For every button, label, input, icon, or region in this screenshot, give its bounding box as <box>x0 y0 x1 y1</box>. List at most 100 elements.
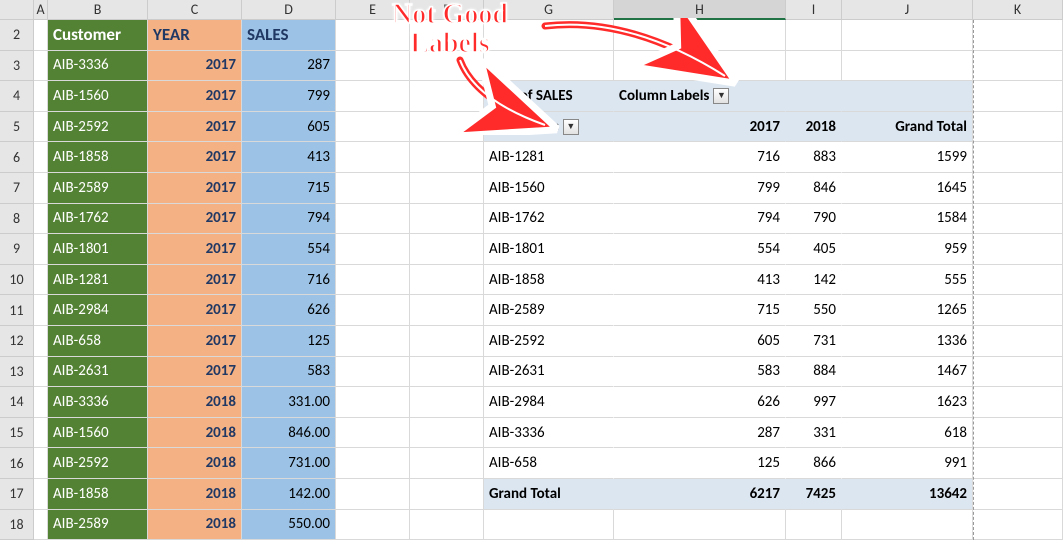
cell[interactable]: 731.00 <box>242 448 336 479</box>
cell[interactable] <box>410 418 484 449</box>
cell[interactable]: YEAR <box>148 20 242 51</box>
cell[interactable]: AIB-2631 <box>48 357 148 388</box>
row-header-15[interactable]: 15 <box>0 418 34 449</box>
cell[interactable]: 2018 <box>786 112 842 143</box>
column-header-F[interactable]: F <box>410 0 484 20</box>
cell[interactable]: 605 <box>614 326 786 357</box>
cell[interactable]: 884 <box>786 357 842 388</box>
row-header-9[interactable]: 9 <box>0 234 34 265</box>
cell[interactable]: AIB-1560 <box>484 173 614 204</box>
cell[interactable]: AIB-1762 <box>484 204 614 235</box>
cell[interactable] <box>410 265 484 296</box>
cell[interactable] <box>973 510 1063 540</box>
cell[interactable]: 1623 <box>842 387 973 418</box>
cell[interactable] <box>973 326 1063 357</box>
row-header-13[interactable]: 13 <box>0 357 34 388</box>
cell[interactable] <box>336 479 410 510</box>
cell[interactable] <box>336 448 410 479</box>
cell[interactable]: Column Labels▼ <box>614 81 786 112</box>
cell[interactable]: 550.00 <box>242 510 336 540</box>
cell[interactable]: 846 <box>786 173 842 204</box>
cell[interactable]: Grand Total <box>842 112 973 143</box>
cell[interactable]: 716 <box>614 142 786 173</box>
cell[interactable] <box>410 479 484 510</box>
cell[interactable]: 554 <box>242 234 336 265</box>
cell[interactable]: AIB-1560 <box>48 81 148 112</box>
cell[interactable]: AIB-2589 <box>484 295 614 326</box>
cell[interactable] <box>973 20 1063 51</box>
cell[interactable]: Row Labels▼ <box>484 112 614 143</box>
cell[interactable]: 959 <box>842 234 973 265</box>
cell[interactable]: 583 <box>614 357 786 388</box>
cell[interactable] <box>34 326 48 357</box>
column-header-H[interactable]: H <box>614 0 786 20</box>
cell[interactable]: AIB-1560 <box>48 418 148 449</box>
cell[interactable] <box>336 20 410 51</box>
cell[interactable] <box>336 357 410 388</box>
cell[interactable] <box>34 295 48 326</box>
cell[interactable]: 883 <box>786 142 842 173</box>
cell[interactable]: 331 <box>786 418 842 449</box>
cell[interactable] <box>410 173 484 204</box>
cell[interactable] <box>410 51 484 82</box>
cell[interactable] <box>410 448 484 479</box>
cell[interactable] <box>336 418 410 449</box>
cell[interactable] <box>973 448 1063 479</box>
cell[interactable]: 2017 <box>614 112 786 143</box>
cell[interactable] <box>973 234 1063 265</box>
row-header-8[interactable]: 8 <box>0 204 34 235</box>
cell[interactable]: 799 <box>242 81 336 112</box>
column-header-B[interactable]: B <box>48 0 148 20</box>
cell[interactable]: AIB-2984 <box>484 387 614 418</box>
row-header-4[interactable]: 4 <box>0 81 34 112</box>
cell[interactable] <box>614 51 786 82</box>
cell[interactable]: 554 <box>614 234 786 265</box>
cell[interactable]: 846.00 <box>242 418 336 449</box>
cell[interactable]: 715 <box>242 173 336 204</box>
cell[interactable] <box>410 326 484 357</box>
cell[interactable] <box>336 295 410 326</box>
cell[interactable]: AIB-658 <box>48 326 148 357</box>
cell[interactable]: AIB-1801 <box>484 234 614 265</box>
cell[interactable]: 2018 <box>148 510 242 540</box>
row-header-3[interactable]: 3 <box>0 51 34 82</box>
cell[interactable] <box>336 204 410 235</box>
cell[interactable] <box>34 81 48 112</box>
cell[interactable]: AIB-1762 <box>48 204 148 235</box>
cell[interactable] <box>786 510 842 540</box>
dropdown-icon[interactable]: ▼ <box>713 88 729 104</box>
cell[interactable]: 794 <box>614 204 786 235</box>
dropdown-icon[interactable]: ▼ <box>563 119 579 135</box>
cell[interactable] <box>842 81 973 112</box>
cell[interactable] <box>973 173 1063 204</box>
column-header-K[interactable]: K <box>973 0 1063 20</box>
cell[interactable]: 2017 <box>148 295 242 326</box>
cell[interactable] <box>410 357 484 388</box>
cell[interactable] <box>786 81 842 112</box>
cell[interactable] <box>973 418 1063 449</box>
cell[interactable] <box>34 204 48 235</box>
cell[interactable]: 13642 <box>842 479 973 510</box>
cell[interactable]: 2017 <box>148 173 242 204</box>
cell[interactable] <box>410 387 484 418</box>
cell[interactable] <box>973 112 1063 143</box>
row-header-14[interactable]: 14 <box>0 387 34 418</box>
cell[interactable]: 1584 <box>842 204 973 235</box>
cell[interactable]: 715 <box>614 295 786 326</box>
cell[interactable]: AIB-2592 <box>48 112 148 143</box>
cell[interactable] <box>410 112 484 143</box>
cell[interactable] <box>410 142 484 173</box>
cell[interactable]: AIB-1801 <box>48 234 148 265</box>
cell[interactable]: SALES <box>242 20 336 51</box>
cell[interactable]: 790 <box>786 204 842 235</box>
cell[interactable] <box>410 234 484 265</box>
cell[interactable] <box>410 295 484 326</box>
cell[interactable] <box>786 51 842 82</box>
cell[interactable] <box>336 387 410 418</box>
cell[interactable] <box>973 265 1063 296</box>
row-header-11[interactable]: 11 <box>0 295 34 326</box>
cell[interactable]: 413 <box>614 265 786 296</box>
cell[interactable]: 331.00 <box>242 387 336 418</box>
cell[interactable]: 2017 <box>148 51 242 82</box>
row-header-10[interactable]: 10 <box>0 265 34 296</box>
